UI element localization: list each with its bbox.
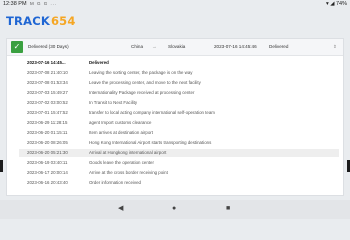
check-icon: ✓ [11,41,23,53]
status-time: 12:38 PM [3,1,27,7]
event-date: 2023-06-16 20:43:40 [27,180,68,185]
recent-apps-icon[interactable]: ■ [226,205,230,213]
event-date: 2023-06-17 20:00:14 [27,170,68,175]
event-date: 2023-06-20 08:26:05 [27,140,68,145]
battery-wifi-indicator: ▾ ◢ 74% [325,1,347,7]
tracking-event-row: 2023-07-08 01:53:34 Leave the processing… [19,79,339,87]
event-date: 2023-07-16 14:45... [27,60,66,65]
event-date: 2023-06-20 01:15:11 [27,130,68,135]
event-description: In Transit to Next Facility [89,100,138,105]
system-navigation-bar: ◀ ● ■ [0,200,350,219]
event-description: agent Import customs clearance [89,120,152,125]
event-description: Internationality Package received at pro… [89,90,195,95]
event-date: 2023-07-02 03:00:52 [27,100,68,105]
status-bar: 12:38 PM M G G ... ▾ ◢ 74% [0,0,350,8]
back-icon[interactable]: ◀ [118,205,123,213]
tracking-event-row: 2023-07-16 14:45... Delivered [19,59,339,67]
event-date: 2023-07-08 21:40:10 [27,70,68,75]
tracking-event-row: 2023-07-02 03:00:52 In Transit to Next F… [19,99,339,107]
tracking-event-row: 2023-06-19 03:40:11 Goods leave the oper… [19,159,339,167]
tracking-events-list: 2023-07-16 14:45... Delivered 2023-07-08… [7,56,343,196]
event-description: transfer to local acting company interna… [89,110,215,115]
tracking-event-row: 2023-06-17 20:00:14 Arrive at the cross … [19,169,339,177]
left-edge-handle [0,160,3,172]
app-logo[interactable]: TRACK654 [6,14,77,28]
event-description: Delivered [89,60,109,65]
logo-number: 654 [50,14,76,28]
event-description: Hong Kong International Airport starts t… [89,140,212,145]
route-arrow-icon: → [152,44,157,49]
tracking-event-row: 2023-06-20 08:26:05 Hong Kong Internatio… [19,139,339,147]
event-date: 2023-07-08 01:53:34 [27,80,68,85]
event-date: 2023-07-01 15:47:52 [27,110,68,115]
tracking-event-row: 2023-07-08 21:40:10 Leaving the sorting … [19,69,339,77]
event-date: 2023-06-20 05:21:30 [27,150,68,155]
event-date: 2023-07-03 15:49:27 [27,90,68,95]
home-icon[interactable]: ● [172,205,176,213]
event-description: Arrival at Hongkong international airpor… [89,150,167,155]
event-description: Goods leave the operation center [89,160,154,165]
event-description: Leave the processing center, and move to… [89,80,201,85]
origin-country: China [131,44,144,49]
logo-text: TRACK [6,14,50,28]
event-description: Leaving the sorting center, the package … [89,70,193,75]
destination-country: Slovakia [168,44,186,49]
latest-event-time: 2023-07-16 14:45:46 [214,44,257,49]
tracking-summary-bar[interactable]: ✓ Delivered (30 Days) China → Slovakia 2… [7,39,343,56]
latest-event-status: Delivered [269,44,289,49]
event-date: 2023-06-29 11:28:15 [27,120,68,125]
expand-icon[interactable]: ⇕ [333,44,337,50]
tracking-event-row: 2023-06-16 20:43:40 Order information re… [19,179,339,187]
tracking-event-row: 2023-07-01 15:47:52 transfer to local ac… [19,109,339,117]
event-description: Order information received [89,180,141,185]
notification-icons: M G G ... [30,1,58,6]
event-description: Arrive at the cross border receiving poi… [89,170,168,175]
event-date: 2023-06-19 03:40:11 [27,160,68,165]
delivery-status: Delivered (30 Days) [28,44,69,49]
tracking-event-row: 2023-06-20 01:15:11 Item arrives at dest… [19,129,339,137]
event-description: Item arrives at destination airport [89,130,153,135]
tracking-event-row: 2023-06-29 11:28:15 agent Import customs… [19,119,339,127]
tracking-result-card: ✓ Delivered (30 Days) China → Slovakia 2… [6,38,344,196]
tracking-event-row: 2023-07-03 15:49:27 Internationality Pac… [19,89,339,97]
tracking-event-row: 2023-06-20 05:21:30 Arrival at Hongkong … [19,149,339,157]
